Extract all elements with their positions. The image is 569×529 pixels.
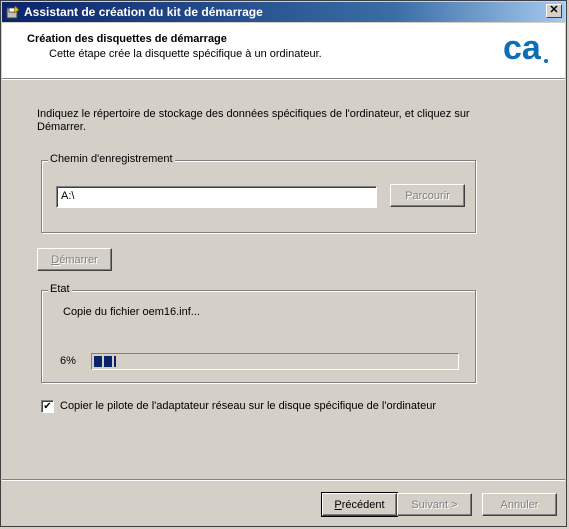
cancel-button[interactable]: Annuler [482, 493, 557, 516]
progress-percent: 6% [60, 355, 76, 367]
previous-button-label: récédent [341, 498, 385, 511]
previous-button-mnemonic: P [334, 498, 342, 511]
instruction-text: Indiquez le répertoire de stockage des d… [37, 108, 470, 133]
previous-button[interactable]: Précédent [321, 492, 398, 517]
ca-logo-text: ca [503, 29, 542, 65]
status-text: Copie du fichier oem16.inf... [63, 306, 200, 318]
step-subtitle: Cette étape crée la disquette spécifique… [49, 48, 322, 60]
browse-button[interactable]: Parcourir [390, 184, 465, 207]
save-path-group-label: Chemin d'enregistrement [48, 153, 175, 165]
copy-driver-checkbox[interactable]: ✔ [41, 400, 54, 413]
start-button-label: émarrer [59, 253, 98, 266]
close-button[interactable]: ✕ [546, 4, 562, 18]
progress-bar [91, 353, 459, 370]
window-title: Assistant de création du kit de démarrag… [24, 5, 263, 19]
ca-logo: ca [503, 29, 548, 65]
wizard-header: Création des disquettes de démarrage Cet… [2, 23, 565, 79]
progress-fill [94, 356, 116, 367]
footer-separator [2, 479, 565, 481]
title-bar[interactable]: Assistant de création du kit de démarrag… [2, 2, 565, 22]
start-button[interactable]: Démarrer [37, 248, 112, 271]
checkmark-icon: ✔ [43, 401, 52, 412]
header-separator [2, 79, 565, 80]
step-title: Création des disquettes de démarrage [27, 33, 227, 45]
status-group-label: Etat [48, 283, 72, 295]
copy-driver-label[interactable]: Copier le pilote de l'adaptateur réseau … [60, 400, 436, 412]
close-icon: ✕ [549, 4, 559, 16]
wizard-window: Assistant de création du kit de démarrag… [0, 0, 567, 527]
wizard-app-icon [6, 5, 20, 19]
next-button[interactable]: Suivant > [397, 493, 472, 516]
save-path-input[interactable]: A:\ [56, 186, 377, 208]
